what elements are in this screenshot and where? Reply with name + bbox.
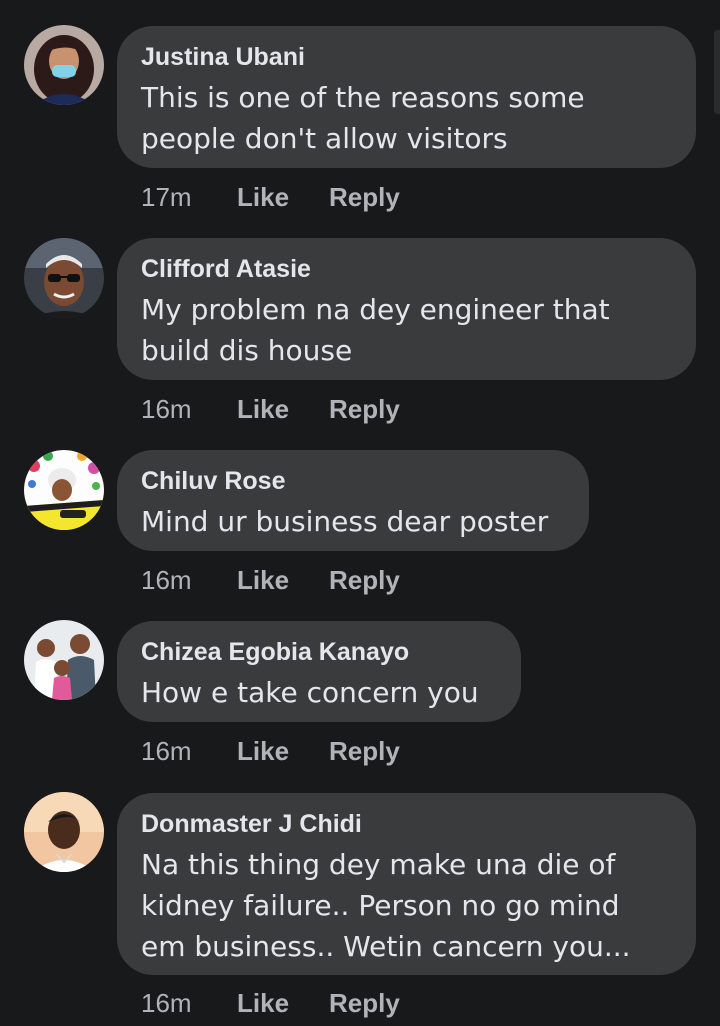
comment-text: This is one of the reasons some people d… bbox=[141, 81, 585, 155]
scrollbar[interactable] bbox=[714, 30, 720, 114]
comment-text: How e take concern you bbox=[141, 676, 479, 709]
comment-actions: 16m Like Reply bbox=[141, 986, 400, 1020]
profile-photo-floral-frame-icon bbox=[24, 450, 104, 530]
profile-photo-man-icon bbox=[24, 792, 104, 872]
comment-text: Mind ur business dear poster bbox=[141, 505, 549, 538]
comment-bubble: Donmaster J Chidi Na this thing dey make… bbox=[117, 793, 696, 975]
comment-author[interactable]: Chiluv Rose bbox=[141, 466, 565, 496]
comment-author[interactable]: Justina Ubani bbox=[141, 42, 672, 72]
comment-actions: 16m Like Reply bbox=[141, 563, 400, 597]
reply-button[interactable]: Reply bbox=[329, 394, 400, 425]
avatar[interactable] bbox=[24, 238, 104, 318]
like-button[interactable]: Like bbox=[237, 394, 329, 425]
comment-bubble: Chiluv Rose Mind ur business dear poster bbox=[117, 450, 589, 551]
avatar[interactable] bbox=[24, 620, 104, 700]
avatar[interactable] bbox=[24, 25, 104, 105]
reply-button[interactable]: Reply bbox=[329, 565, 400, 596]
reply-button[interactable]: Reply bbox=[329, 736, 400, 767]
comment-actions: 16m Like Reply bbox=[141, 734, 400, 768]
comment-actions: 16m Like Reply bbox=[141, 392, 400, 426]
comment-bubble: Justina Ubani This is one of the reasons… bbox=[117, 26, 696, 168]
profile-photo-man-sunglasses-icon bbox=[24, 238, 104, 318]
like-button[interactable]: Like bbox=[237, 182, 329, 213]
comment-bubble: Chizea Egobia Kanayo How e take concern … bbox=[117, 621, 521, 722]
profile-photo-family-icon bbox=[24, 620, 104, 700]
like-button[interactable]: Like bbox=[237, 988, 329, 1019]
comment-author[interactable]: Chizea Egobia Kanayo bbox=[141, 637, 497, 667]
avatar[interactable] bbox=[24, 792, 104, 872]
comment-timestamp: 16m bbox=[141, 987, 192, 1018]
comment-timestamp: 17m bbox=[141, 181, 192, 212]
comment-text: Na this thing dey make una die of kidney… bbox=[141, 848, 631, 963]
comment-timestamp: 16m bbox=[141, 564, 192, 595]
comment-actions: 17m Like Reply bbox=[141, 180, 400, 214]
comment-bubble: Clifford Atasie My problem na dey engine… bbox=[117, 238, 696, 380]
comment-author[interactable]: Donmaster J Chidi bbox=[141, 809, 672, 839]
comment-author[interactable]: Clifford Atasie bbox=[141, 254, 672, 284]
like-button[interactable]: Like bbox=[237, 736, 329, 767]
comment-timestamp: 16m bbox=[141, 393, 192, 424]
like-button[interactable]: Like bbox=[237, 565, 329, 596]
reply-button[interactable]: Reply bbox=[329, 182, 400, 213]
profile-photo-woman-icon bbox=[24, 25, 104, 105]
avatar[interactable] bbox=[24, 450, 104, 530]
reply-button[interactable]: Reply bbox=[329, 988, 400, 1019]
comment-text: My problem na dey engineer that build di… bbox=[141, 293, 610, 367]
comment-timestamp: 16m bbox=[141, 735, 192, 766]
